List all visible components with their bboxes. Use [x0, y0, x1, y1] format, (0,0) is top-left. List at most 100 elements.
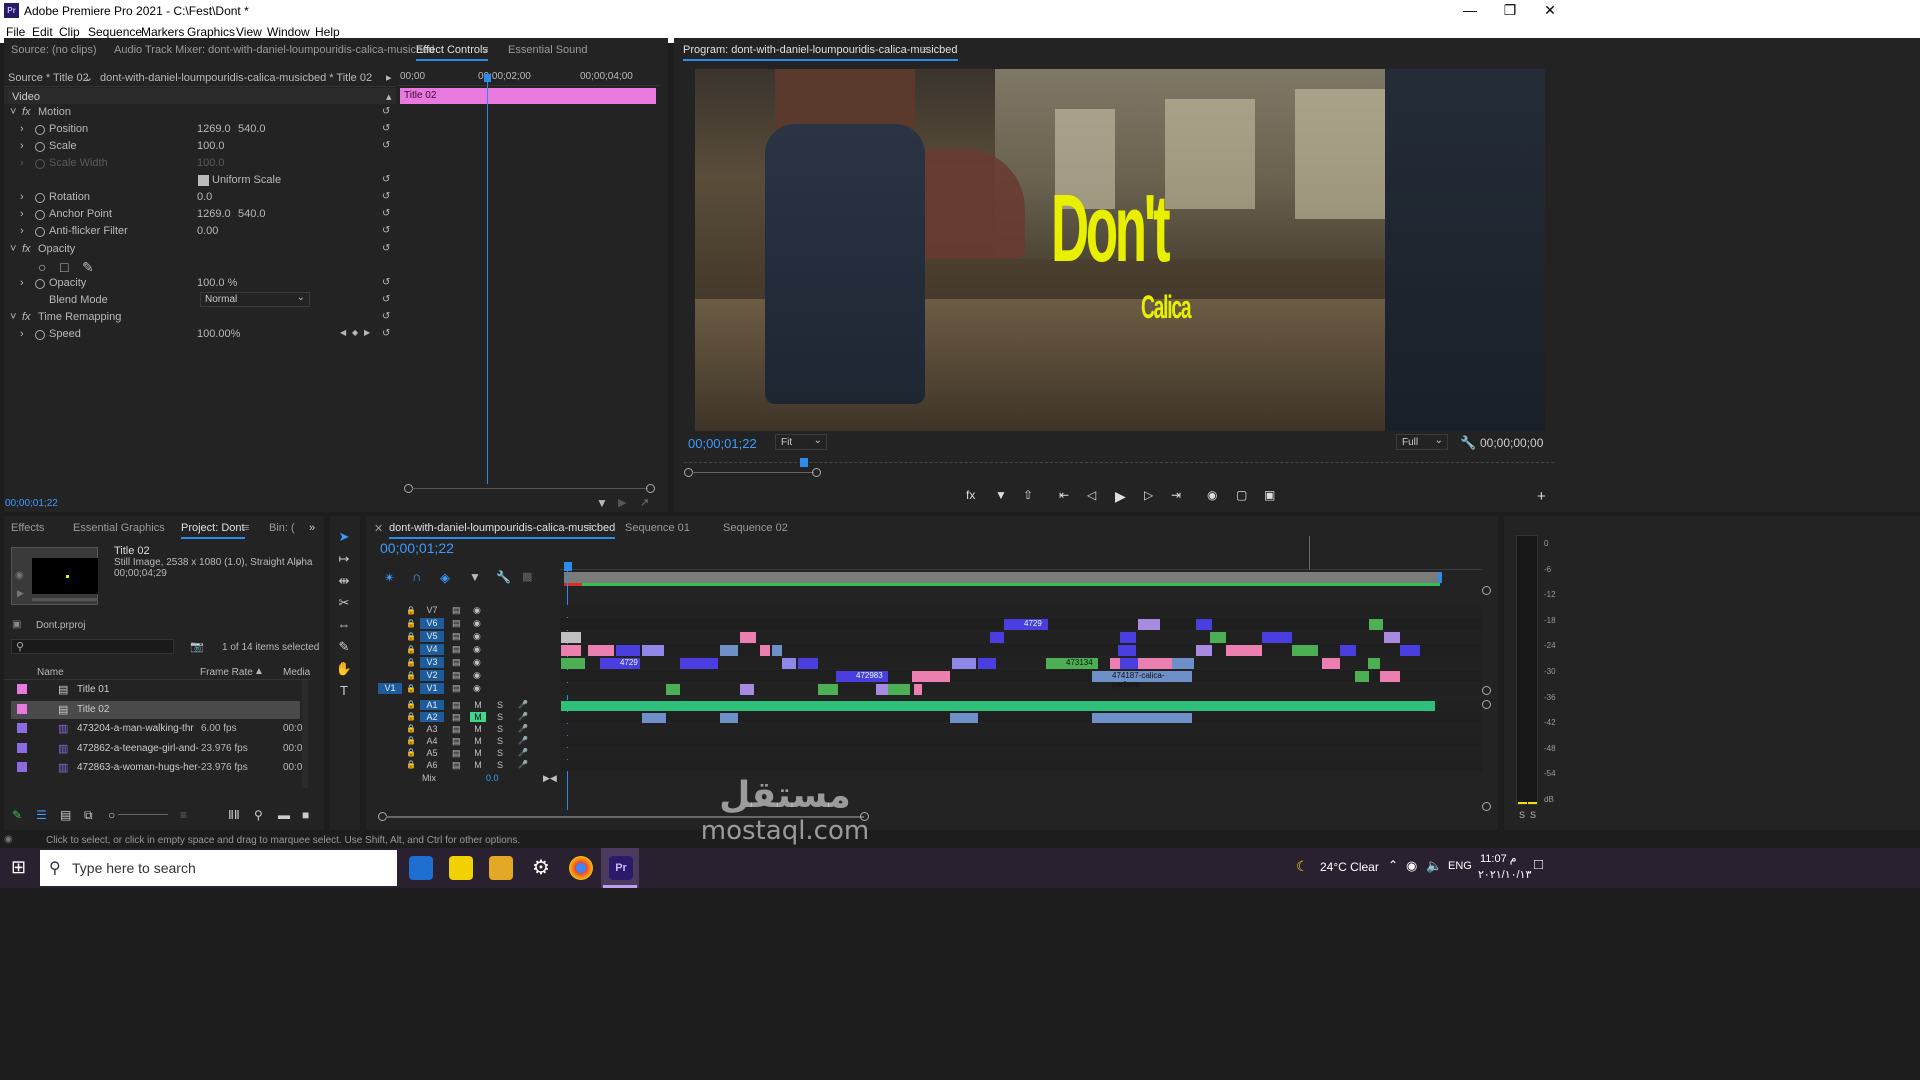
minimize-icon[interactable]: —	[1450, 2, 1490, 18]
eye-icon[interactable]: ◉	[473, 644, 481, 655]
fx-icon[interactable]: fx	[966, 488, 975, 502]
sync-lock-icon[interactable]: ▤	[452, 736, 461, 747]
track-target-v5[interactable]: V5	[420, 631, 444, 642]
lock-icon[interactable]: 🔒	[406, 671, 416, 680]
go-to-end-icon[interactable]: ▶◀	[543, 773, 557, 784]
effect-zoom-scrollbar[interactable]	[404, 484, 655, 494]
timeline-vscroll-handle[interactable]	[1482, 686, 1491, 695]
lock-icon[interactable]: 🔒	[406, 712, 416, 721]
label-color-swatch[interactable]	[17, 684, 27, 694]
voice-over-record-icon[interactable]: 🎤	[518, 712, 528, 721]
expand-toggle-icon[interactable]: ›	[20, 140, 24, 152]
track-target-a2[interactable]: A2	[420, 712, 444, 722]
track-target-v4[interactable]: V4	[420, 644, 444, 655]
tab-sequence-02[interactable]: Sequence 02	[723, 522, 788, 534]
subtitle-text[interactable]: Calica	[1141, 291, 1192, 323]
slip-tool-icon[interactable]: ⇔	[334, 615, 354, 635]
timeline-clip[interactable]: 4729	[1004, 619, 1048, 630]
reset-parameter-icon[interactable]: ↺	[382, 225, 392, 236]
timeline-clip[interactable]	[1138, 658, 1172, 669]
audio-track-lane[interactable]	[560, 724, 1482, 735]
track-target-v6[interactable]: V6	[420, 618, 444, 629]
sync-lock-icon[interactable]: ▤	[452, 724, 461, 735]
taskbar-search-box[interactable]: ⚲ Type here to search	[40, 850, 397, 886]
sequence-clip-label[interactable]: dont-with-daniel-loumpouridis-calica-mus…	[100, 72, 372, 84]
wrench-icon[interactable]: 🔧	[496, 570, 511, 584]
ellipse-mask-icon[interactable]: ○	[38, 259, 46, 275]
timeline-timecode[interactable]: 00;00;01;22	[380, 540, 454, 556]
reset-parameter-icon[interactable]: ↺	[382, 208, 392, 219]
windows-start-icon[interactable]: ⊞	[11, 857, 26, 878]
timeline-clip[interactable]	[1355, 671, 1369, 682]
filter-icon[interactable]: ▼	[596, 496, 608, 510]
timeline-clip[interactable]	[1384, 632, 1400, 643]
tab-essential-graphics[interactable]: Essential Graphics	[73, 522, 165, 534]
camera-icon[interactable]: ◉	[1207, 488, 1217, 502]
task-view-icon[interactable]: ▦	[371, 857, 386, 877]
timeline-clip[interactable]	[1118, 645, 1136, 656]
chevron-down-icon[interactable]: ⌄	[295, 556, 303, 567]
sort-icon[interactable]: ≡	[180, 808, 187, 822]
reset-parameter-icon[interactable]: ↺	[382, 174, 392, 185]
timeline-clip[interactable]	[1226, 645, 1262, 656]
source-label[interactable]: Source * Title 02	[8, 72, 89, 84]
stopwatch-icon[interactable]	[35, 159, 45, 169]
eye-icon[interactable]: ◉	[473, 618, 481, 629]
timeline-clip[interactable]	[1172, 658, 1194, 669]
effect-timecode[interactable]: 00;00;01;22	[5, 498, 58, 509]
timeline-clip[interactable]	[1400, 645, 1420, 656]
play-only-audio-icon[interactable]: ▸	[386, 71, 392, 84]
timeline-clip[interactable]	[1369, 619, 1383, 630]
automate-icon[interactable]: ⅡⅡ	[228, 808, 240, 822]
mute-button[interactable]: M	[470, 760, 486, 770]
goto-out-icon[interactable]: ⇥	[1171, 488, 1181, 502]
fit-select[interactable]: Fit ⌄	[775, 434, 827, 450]
quality-select[interactable]: Full ⌄	[1396, 434, 1448, 450]
tab-bin[interactable]: Bin: (	[269, 522, 295, 534]
tab-audio-mixer[interactable]: Audio Track Mixer: dont-with-daniel-loum…	[114, 44, 434, 56]
solo-right-button[interactable]: S	[1530, 810, 1536, 820]
timeline-clip[interactable]	[1322, 658, 1340, 669]
reset-parameter-icon[interactable]: ↺	[382, 123, 392, 134]
property-value[interactable]: 540.0	[238, 208, 266, 220]
mute-button[interactable]: M	[470, 712, 486, 722]
volume-icon[interactable]: 🔈	[1426, 858, 1442, 874]
timeline-clip[interactable]	[740, 632, 756, 643]
play-icon[interactable]: ▶	[1115, 488, 1126, 505]
expand-toggle-icon[interactable]: ›	[20, 157, 24, 169]
close-icon[interactable]: ✕	[1530, 2, 1570, 19]
timeline-clip[interactable]	[561, 645, 581, 656]
eye-icon[interactable]: ◉	[473, 605, 481, 616]
effect-group-label[interactable]: Opacity	[38, 243, 75, 255]
mute-button[interactable]: M	[470, 736, 486, 746]
track-target-v1[interactable]: V1	[420, 683, 444, 694]
stopwatch-icon[interactable]	[35, 125, 45, 135]
audio-clip[interactable]	[950, 713, 978, 723]
tab-menu-icon[interactable]: ≡	[243, 522, 249, 534]
lock-icon[interactable]: 🔒	[406, 748, 416, 757]
label-color-swatch[interactable]	[17, 742, 27, 753]
type-tool-icon[interactable]: T	[334, 681, 354, 701]
property-value[interactable]: 0.00	[197, 225, 218, 237]
voice-over-record-icon[interactable]: 🎤	[518, 760, 528, 769]
property-value[interactable]: 0.0	[197, 191, 212, 203]
timeline-clip[interactable]	[876, 684, 888, 695]
solo-button[interactable]: S	[497, 760, 503, 770]
track-target-v2[interactable]: V2	[420, 670, 444, 681]
network-icon[interactable]: ◉	[1406, 858, 1417, 874]
timeline-clip[interactable]	[1120, 632, 1136, 643]
track-target-v3[interactable]: V3	[420, 657, 444, 668]
timeline-clip[interactable]	[1368, 658, 1380, 669]
camera-icon[interactable]: ◉	[15, 570, 24, 581]
property-value[interactable]: 100.0 %	[197, 277, 237, 289]
add-keyframe-icon[interactable]: ◆	[352, 328, 358, 337]
timeline-clip[interactable]	[642, 645, 664, 656]
project-list-item[interactable]: ▤ Title 01	[11, 681, 300, 699]
timeline-clip[interactable]	[1292, 645, 1318, 656]
video-track-lane[interactable]	[560, 683, 1482, 695]
lock-icon[interactable]: 🔒	[406, 606, 416, 615]
cortana-icon[interactable]: ○	[331, 857, 341, 877]
stopwatch-icon[interactable]	[35, 210, 45, 220]
zoom-slider-track[interactable]	[118, 814, 168, 815]
add-icon[interactable]: +	[1537, 488, 1546, 505]
